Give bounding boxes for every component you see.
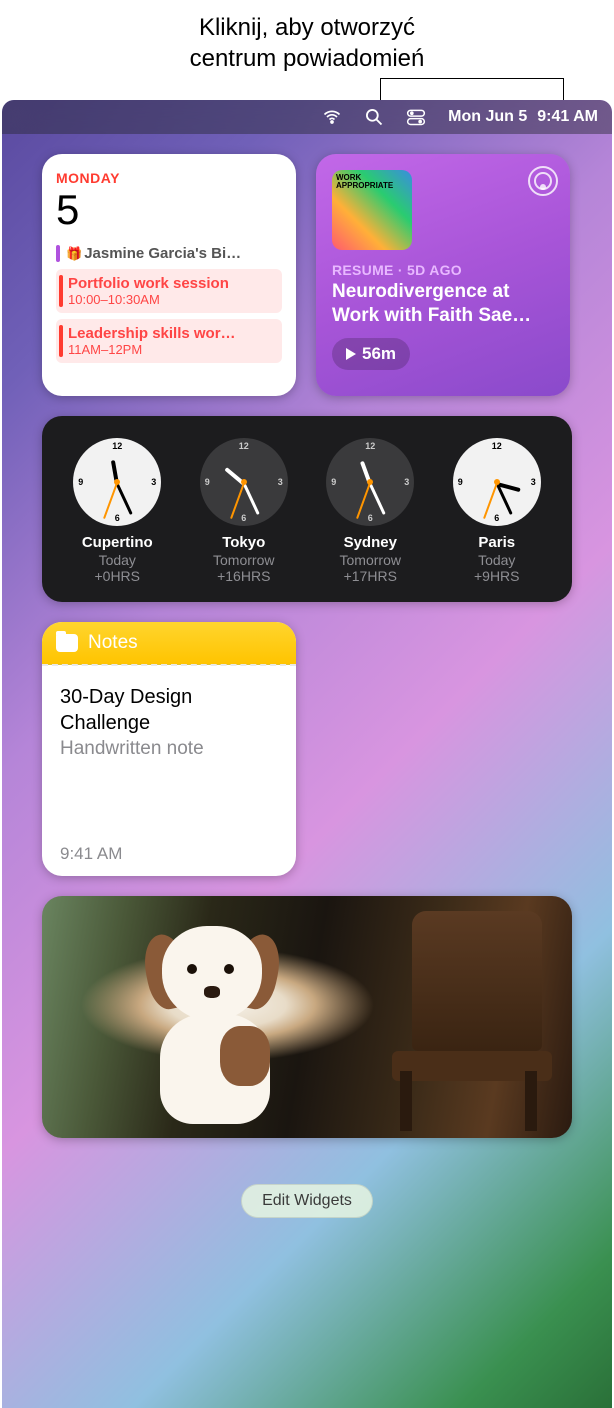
folder-icon <box>56 634 78 652</box>
clock-offset: +9HRS <box>434 568 561 584</box>
calendar-event[interactable]: Portfolio work session10:00–10:30AM <box>56 269 282 313</box>
clock-day: Today <box>54 552 181 568</box>
calendar-event-title: Leadership skills wor… <box>68 325 274 342</box>
calendar-event[interactable]: 🎁Jasmine Garcia's Bi… <box>56 242 282 265</box>
menubar-date: Mon Jun 5 <box>448 108 527 126</box>
calendar-event-time: 10:00–10:30AM <box>68 292 274 307</box>
notes-header-label: Notes <box>88 632 138 654</box>
clock-city: Paris <box>434 534 561 551</box>
search-icon[interactable] <box>364 107 384 127</box>
annotation-line1: Kliknij, aby otworzyć <box>40 12 574 43</box>
podcast-title: Neurodivergence at Work with Faith Sae… <box>332 280 554 328</box>
notes-time: 9:41 AM <box>60 844 278 864</box>
calendar-event-title: 🎁Jasmine Garcia's Bi… <box>66 245 282 262</box>
calendar-event-time: 11AM–12PM <box>68 342 274 357</box>
calendar-event[interactable]: Leadership skills wor…11AM–12PM <box>56 319 282 363</box>
clock-offset: +17HRS <box>307 568 434 584</box>
clock-item: 12369 CupertinoToday+0HRS <box>54 438 181 584</box>
podcast-duration: 56m <box>362 344 396 364</box>
notes-title: 30-Day Design Challenge <box>60 684 278 736</box>
photo-chair <box>372 911 552 1131</box>
annotation-callout: Kliknij, aby otworzyć centrum powiadomie… <box>0 0 614 74</box>
callout-lines <box>0 78 614 100</box>
podcast-meta: RESUME · 5D AGO <box>332 262 554 278</box>
clock-face: 12369 <box>200 438 288 526</box>
clock-day: Today <box>434 552 561 568</box>
clock-face: 12369 <box>326 438 414 526</box>
calendar-day-name: MONDAY <box>56 170 282 186</box>
notes-subtitle: Handwritten note <box>60 738 278 760</box>
clock-item: 12369 ParisToday+9HRS <box>434 438 561 584</box>
menubar-time: 9:41 AM <box>537 108 598 126</box>
edit-widgets-button[interactable]: Edit Widgets <box>241 1184 373 1218</box>
photo-dog <box>132 926 292 1126</box>
wifi-icon[interactable] <box>322 107 342 127</box>
clock-city: Cupertino <box>54 534 181 551</box>
clock-face: 12369 <box>453 438 541 526</box>
podcast-widget[interactable]: RESUME · 5D AGO Neurodivergence at Work … <box>316 154 570 396</box>
podcast-play-button[interactable]: 56m <box>332 338 410 370</box>
notes-header: Notes <box>42 622 296 665</box>
calendar-event-title: Portfolio work session <box>68 275 274 292</box>
clock-day: Tomorrow <box>181 552 308 568</box>
clock-day: Tomorrow <box>307 552 434 568</box>
play-icon <box>346 348 356 360</box>
menubar[interactable]: Mon Jun 5 9:41 AM <box>2 100 612 134</box>
clock-city: Tokyo <box>181 534 308 551</box>
annotation-line2: centrum powiadomień <box>40 43 574 74</box>
clock-face: 12369 <box>73 438 161 526</box>
control-center-icon[interactable] <box>406 107 426 127</box>
world-clock-widget[interactable]: 12369CupertinoToday+0HRS12369TokyoTomorr… <box>42 416 572 602</box>
notes-widget[interactable]: Notes 30-Day Design Challenge Handwritte… <box>42 622 296 876</box>
photos-widget[interactable] <box>42 896 572 1138</box>
podcast-icon <box>528 166 558 196</box>
clock-offset: +0HRS <box>54 568 181 584</box>
clock-offset: +16HRS <box>181 568 308 584</box>
clock-city: Sydney <box>307 534 434 551</box>
podcast-artwork <box>332 170 412 250</box>
menubar-datetime[interactable]: Mon Jun 5 9:41 AM <box>448 108 598 126</box>
calendar-day-number: 5 <box>56 186 282 234</box>
calendar-widget[interactable]: MONDAY 5 🎁Jasmine Garcia's Bi… Portfolio … <box>42 154 296 396</box>
notification-center-panel: Mon Jun 5 9:41 AM MONDAY 5 🎁Jasmine Garc… <box>2 100 612 1408</box>
clock-item: 12369 TokyoTomorrow+16HRS <box>181 438 308 584</box>
gift-icon: 🎁 <box>66 246 82 261</box>
clock-item: 12369 SydneyTomorrow+17HRS <box>307 438 434 584</box>
